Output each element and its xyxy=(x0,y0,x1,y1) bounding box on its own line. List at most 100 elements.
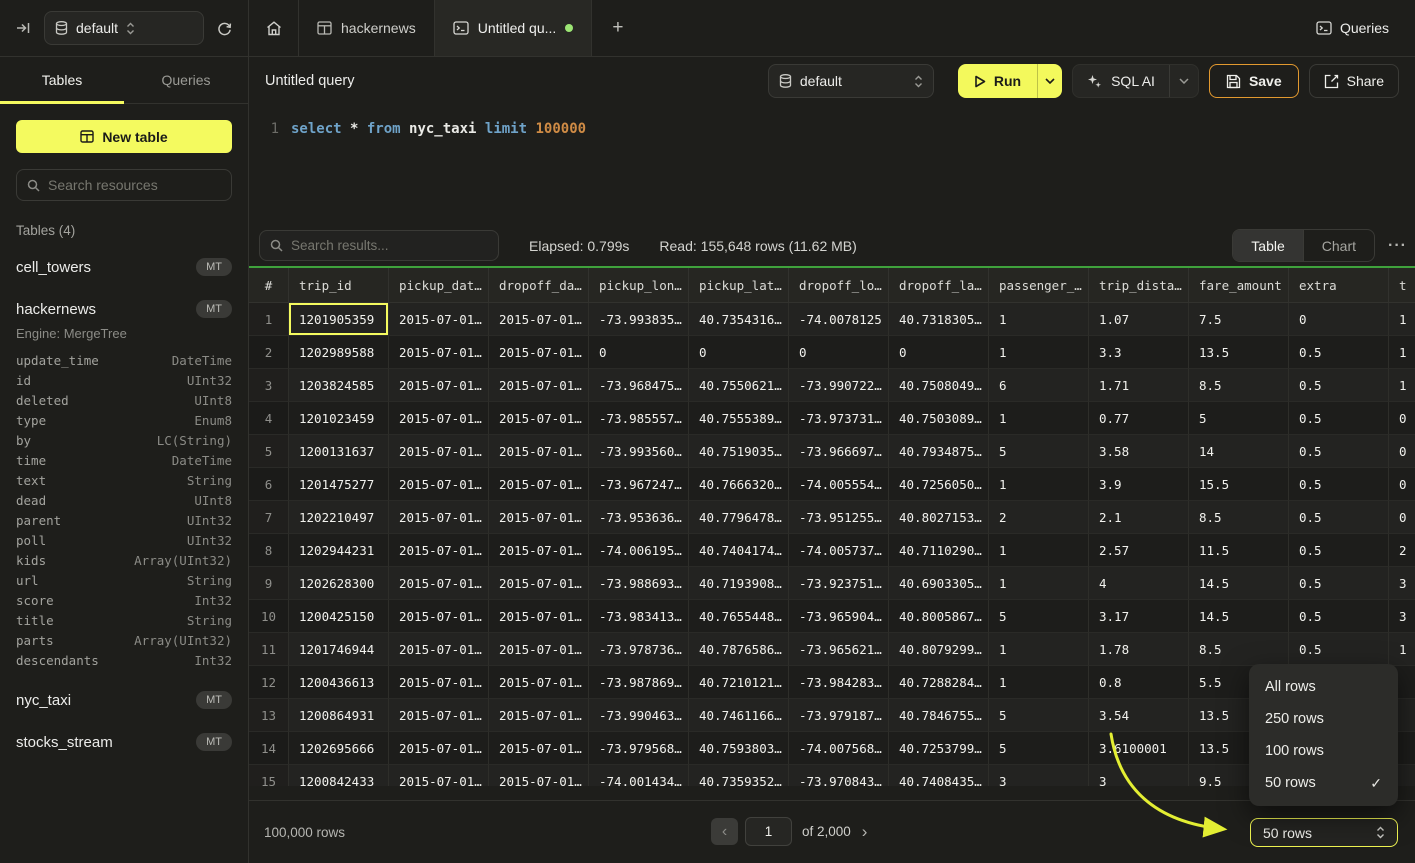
table-cell[interactable]: 1 xyxy=(1389,303,1415,336)
table-cell[interactable]: 2015-07-01… xyxy=(489,435,589,468)
table-cell[interactable]: 40.7796478… xyxy=(689,501,789,534)
table-cell[interactable]: 40.7503089… xyxy=(889,402,989,435)
table-cell[interactable]: 40.7934875… xyxy=(889,435,989,468)
queries-button[interactable]: Queries xyxy=(1316,0,1415,56)
table-cell[interactable]: -73.990722… xyxy=(789,369,889,402)
run-options-button[interactable] xyxy=(1038,64,1062,98)
table-cell[interactable]: 2015-07-01… xyxy=(489,732,589,765)
table-cell[interactable]: 40.7508049… xyxy=(889,369,989,402)
table-cell[interactable]: 2015-07-01… xyxy=(489,468,589,501)
table-cell[interactable]: 1202944231 xyxy=(289,534,389,567)
table-cell[interactable]: 40.7253799… xyxy=(889,732,989,765)
table-cell[interactable]: 2015-07-01… xyxy=(389,567,489,600)
table-cell[interactable]: 5 xyxy=(1189,402,1289,435)
table-cell[interactable]: 3 xyxy=(989,765,1089,786)
table-cell[interactable]: 3 xyxy=(1389,567,1415,600)
table-cell[interactable]: 0 xyxy=(1389,402,1415,435)
search-resources-input[interactable] xyxy=(48,177,229,193)
table-cell[interactable]: -73.979187… xyxy=(789,699,889,732)
column-header[interactable]: dropoff_da… xyxy=(489,268,589,303)
table-cell[interactable]: -73.968475… xyxy=(589,369,689,402)
prev-page-button[interactable]: ‹ xyxy=(711,818,738,845)
sql-ai-button[interactable]: SQL AI xyxy=(1073,65,1169,97)
table-cell[interactable]: 0.5 xyxy=(1289,369,1389,402)
table-cell[interactable]: 1203824585 xyxy=(289,369,389,402)
table-cell[interactable]: 0 xyxy=(889,336,989,369)
table-cell[interactable]: 2015-07-01… xyxy=(389,666,489,699)
table-cell[interactable]: 2015-07-01… xyxy=(489,336,589,369)
table-cell[interactable]: 40.7404174… xyxy=(689,534,789,567)
table-cell[interactable]: 14.5 xyxy=(1189,600,1289,633)
table-cell[interactable]: -73.965621… xyxy=(789,633,889,666)
table-cell[interactable]: 40.7846755… xyxy=(889,699,989,732)
table-cell[interactable]: 0.77 xyxy=(1089,402,1189,435)
column-header[interactable]: trip_dista… xyxy=(1089,268,1189,303)
table-cell[interactable]: 1202628300 xyxy=(289,567,389,600)
table-cell[interactable]: 2015-07-01… xyxy=(389,468,489,501)
table-cell[interactable]: -73.923751… xyxy=(789,567,889,600)
table-cell[interactable]: -73.951255… xyxy=(789,501,889,534)
table-cell[interactable]: 11.5 xyxy=(1189,534,1289,567)
table-cell[interactable]: 4 xyxy=(1089,567,1189,600)
table-cell[interactable]: 40.8079299… xyxy=(889,633,989,666)
table-cell[interactable]: 1 xyxy=(1389,369,1415,402)
table-cell[interactable]: 2015-07-01… xyxy=(489,633,589,666)
table-cell[interactable]: 1.07 xyxy=(1089,303,1189,336)
column-header[interactable]: extra xyxy=(1289,268,1389,303)
table-cell[interactable]: 3.17 xyxy=(1089,600,1189,633)
table-cell[interactable]: 2015-07-01… xyxy=(389,369,489,402)
table-cell[interactable]: -73.978736… xyxy=(589,633,689,666)
table-cell[interactable]: 13.5 xyxy=(1189,336,1289,369)
table-cell[interactable]: 2015-07-01… xyxy=(389,303,489,336)
new-tab-button[interactable]: + xyxy=(604,15,631,41)
table-cell[interactable]: 8.5 xyxy=(1189,369,1289,402)
column-header[interactable]: pickup_dat… xyxy=(389,268,489,303)
menu-item-all-rows[interactable]: All rows xyxy=(1249,671,1398,703)
table-cell[interactable]: 1 xyxy=(989,468,1089,501)
table-cell[interactable]: 2015-07-01… xyxy=(489,534,589,567)
menu-item-100-rows[interactable]: 100 rows xyxy=(1249,735,1398,767)
table-cell[interactable]: 40.7288284… xyxy=(889,666,989,699)
sidebar-item-nyc-taxi[interactable]: nyc_taxi MT xyxy=(16,687,232,713)
table-cell[interactable]: -73.985557… xyxy=(589,402,689,435)
column-header[interactable]: dropoff_la… xyxy=(889,268,989,303)
table-cell[interactable]: -73.993835… xyxy=(589,303,689,336)
table-cell[interactable]: 0.5 xyxy=(1289,402,1389,435)
table-cell[interactable]: 0.5 xyxy=(1289,600,1389,633)
table-cell[interactable]: 0.5 xyxy=(1289,435,1389,468)
table-cell[interactable]: -73.990463… xyxy=(589,699,689,732)
table-cell[interactable]: 0 xyxy=(589,336,689,369)
table-cell[interactable]: -73.979568… xyxy=(589,732,689,765)
table-cell[interactable]: 1200425150 xyxy=(289,600,389,633)
table-cell[interactable]: 1 xyxy=(989,567,1089,600)
table-cell[interactable]: 0.5 xyxy=(1289,501,1389,534)
table-cell[interactable]: -73.970843… xyxy=(789,765,889,786)
table-cell[interactable]: 40.7256050… xyxy=(889,468,989,501)
table-cell[interactable]: 1 xyxy=(989,666,1089,699)
table-cell[interactable]: 40.7318305… xyxy=(889,303,989,336)
table-cell[interactable]: 7.5 xyxy=(1189,303,1289,336)
table-cell[interactable]: 40.7655448… xyxy=(689,600,789,633)
table-cell[interactable]: 2015-07-01… xyxy=(389,501,489,534)
table-cell[interactable]: 40.7666320… xyxy=(689,468,789,501)
table-cell[interactable]: 0 xyxy=(1389,435,1415,468)
table-cell[interactable]: -73.984283… xyxy=(789,666,889,699)
database-selector[interactable]: default xyxy=(44,11,204,45)
table-cell[interactable]: 2015-07-01… xyxy=(389,699,489,732)
search-results-input[interactable] xyxy=(291,238,488,253)
table-cell[interactable]: 40.7193908… xyxy=(689,567,789,600)
table-cell[interactable]: 40.6903305… xyxy=(889,567,989,600)
tab-table-view[interactable]: Table xyxy=(1233,230,1302,261)
table-cell[interactable]: 40.8005867… xyxy=(889,600,989,633)
sidebar-item-stocks-stream[interactable]: stocks_stream MT xyxy=(16,729,232,755)
table-cell[interactable]: 3.9 xyxy=(1089,468,1189,501)
table-cell[interactable]: -74.005554… xyxy=(789,468,889,501)
table-cell[interactable]: 0.8 xyxy=(1089,666,1189,699)
table-cell[interactable]: 2 xyxy=(1389,534,1415,567)
table-cell[interactable]: 3.58 xyxy=(1089,435,1189,468)
table-cell[interactable]: 0 xyxy=(689,336,789,369)
query-database-selector[interactable]: default xyxy=(768,64,934,98)
table-cell[interactable]: -73.993560… xyxy=(589,435,689,468)
table-cell[interactable]: 2015-07-01… xyxy=(489,765,589,786)
table-cell[interactable]: 2 xyxy=(989,501,1089,534)
